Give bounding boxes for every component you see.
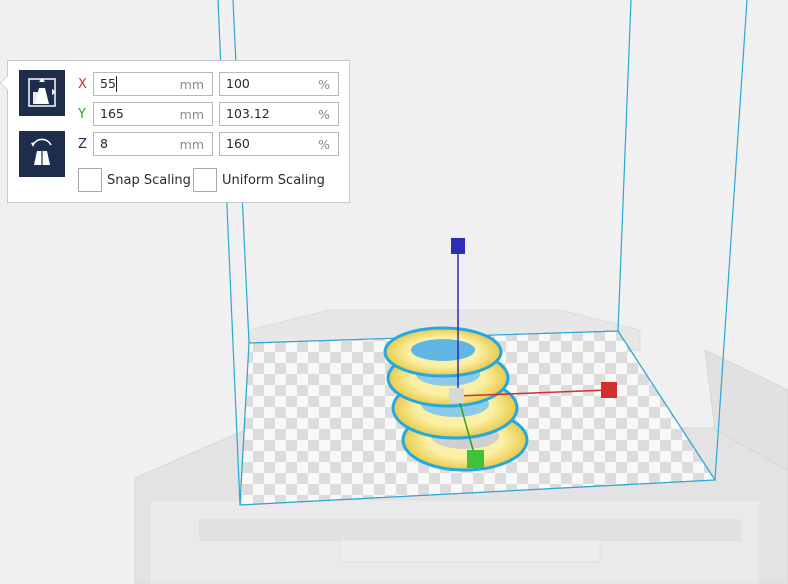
mirror-tool-button[interactable] (19, 131, 65, 177)
scale-panel: X 55 mm 100 % Y 165 mm 103.12 % Z 8 mm 1… (0, 60, 350, 203)
z-mm-value: 8 (100, 136, 108, 151)
uniform-scaling-checkbox[interactable] (193, 168, 217, 192)
x-percent-value: 100 (226, 76, 250, 91)
z-percent-value: 160 (226, 136, 250, 151)
y-percent-value: 103.12 (226, 106, 270, 121)
panel-pointer (0, 75, 8, 91)
x-mm-input[interactable]: 55 mm (93, 72, 213, 96)
x-mm-value: 55 (100, 76, 116, 91)
scale-tool-button[interactable] (19, 70, 65, 116)
y-mm-input[interactable]: 165 mm (93, 102, 213, 126)
x-percent-unit: % (318, 77, 330, 92)
uniform-scaling-label: Uniform Scaling (222, 173, 325, 188)
mirror-tool-icon (31, 138, 52, 167)
center-handle[interactable] (449, 388, 464, 403)
y-percent-input[interactable]: 103.12 % (219, 102, 339, 126)
z-mm-unit: mm (179, 137, 204, 152)
x-axis-handle[interactable] (601, 382, 617, 398)
y-percent-unit: % (318, 107, 330, 122)
y-mm-unit: mm (179, 107, 204, 122)
y-axis-label: Y (78, 107, 86, 122)
z-axis-label: Z (78, 137, 87, 152)
snap-scaling-checkbox[interactable] (78, 168, 102, 192)
z-percent-unit: % (318, 137, 330, 152)
x-percent-input[interactable]: 100 % (219, 72, 339, 96)
scale-tool-icon (28, 78, 56, 107)
y-mm-value: 165 (100, 106, 124, 121)
z-axis-handle[interactable] (451, 238, 465, 254)
text-caret (116, 76, 117, 92)
z-mm-input[interactable]: 8 mm (93, 132, 213, 156)
y-axis-handle[interactable] (467, 450, 484, 468)
x-axis-label: X (78, 77, 87, 92)
z-percent-input[interactable]: 160 % (219, 132, 339, 156)
x-mm-unit: mm (179, 77, 204, 92)
snap-scaling-label: Snap Scaling (107, 173, 191, 188)
